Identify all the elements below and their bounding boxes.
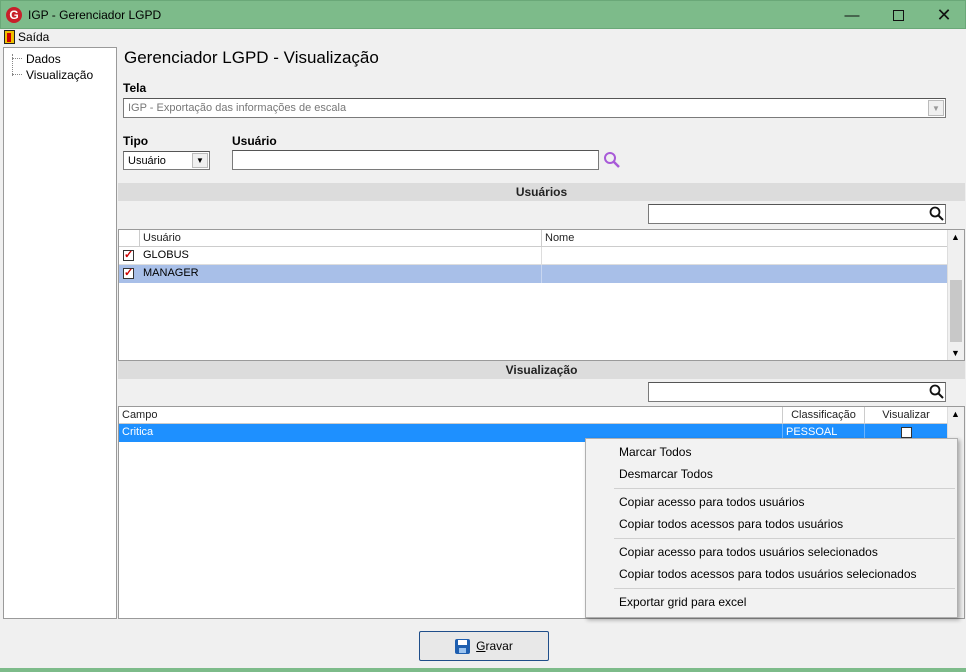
users-grid-header-check <box>119 230 140 247</box>
row-nome <box>542 265 948 283</box>
users-grid-scrollbar[interactable]: ▲ ▼ <box>947 230 964 360</box>
floppy-disk-icon <box>455 638 471 654</box>
row-checkbox[interactable] <box>123 266 134 279</box>
window-title: IGP - Gerenciador LGPD <box>28 8 162 22</box>
search-icon[interactable] <box>929 206 945 222</box>
tela-label: Tela <box>123 81 147 95</box>
row-nome <box>542 247 948 265</box>
tela-select-value: IGP - Exportação das informações de esca… <box>128 102 347 114</box>
tree-item-dados[interactable]: Dados <box>12 52 61 66</box>
scroll-down-icon[interactable]: ▼ <box>951 348 960 358</box>
usuario-field[interactable] <box>232 150 599 170</box>
scroll-thumb[interactable] <box>950 280 962 342</box>
table-row[interactable]: GLOBUS <box>119 247 948 265</box>
save-button-label: Gravar <box>476 639 513 653</box>
menu-separator <box>614 488 955 489</box>
view-grid-header-campo[interactable]: Campo <box>119 407 783 424</box>
save-button-accesskey: G <box>476 639 486 653</box>
context-menu: Marcar Todos Desmarcar Todos Copiar aces… <box>585 438 958 618</box>
row-checkbox[interactable] <box>123 248 134 261</box>
view-section-header: Visualização <box>118 361 965 379</box>
scroll-up-icon[interactable]: ▲ <box>951 409 960 419</box>
view-search-input[interactable] <box>648 382 946 402</box>
menu-separator <box>614 588 955 589</box>
tela-select[interactable]: IGP - Exportação das informações de esca… <box>123 98 946 118</box>
window-titlebar: G IGP - Gerenciador LGPD — ✕ <box>0 0 966 29</box>
exit-menu[interactable]: Saída <box>4 30 49 44</box>
window-bottom-border <box>0 668 966 672</box>
tipo-select[interactable]: Usuário ▼ <box>123 151 210 170</box>
users-grid-header-nome[interactable]: Nome <box>542 230 948 247</box>
menu-item-copiar-todos-acessos-todos[interactable]: Copiar todos acessos para todos usuários <box>619 517 843 531</box>
users-grid: Usuário Nome GLOBUS MANAGER ▲ ▼ <box>118 229 965 361</box>
menu-item-copiar-acesso-selecionados[interactable]: Copiar acesso para todos usuários seleci… <box>619 545 878 559</box>
search-icon[interactable] <box>929 384 945 400</box>
row-usuario: GLOBUS <box>140 247 542 265</box>
menu-item-copiar-todos-acessos-selecionados[interactable]: Copiar todos acessos para todos usuários… <box>619 567 917 581</box>
door-exit-icon <box>4 30 15 44</box>
users-grid-header-usuario[interactable]: Usuário <box>140 230 542 247</box>
page-title: Gerenciador LGPD - Visualização <box>124 48 379 67</box>
chevron-down-icon[interactable]: ▼ <box>192 153 208 168</box>
navigation-tree: Dados Visualização <box>3 47 117 619</box>
tree-item-visualizacao[interactable]: Visualização <box>12 68 93 82</box>
maximize-button[interactable] <box>875 1 921 30</box>
chevron-down-icon[interactable]: ▼ <box>928 100 944 116</box>
minimize-button[interactable]: — <box>829 1 875 30</box>
row-usuario: MANAGER <box>140 265 542 283</box>
row-visualizar-checkbox[interactable] <box>901 427 912 438</box>
menu-item-exportar-excel[interactable]: Exportar grid para excel <box>619 595 746 609</box>
app-logo-icon: G <box>6 7 22 23</box>
usuario-label: Usuário <box>232 134 277 148</box>
save-button[interactable]: Gravar <box>419 631 549 661</box>
menu-item-copiar-acesso-todos[interactable]: Copiar acesso para todos usuários <box>619 495 804 509</box>
menu-item-desmarcar-todos[interactable]: Desmarcar Todos <box>619 467 713 481</box>
table-row-selected[interactable]: MANAGER <box>119 265 948 283</box>
menu-separator <box>614 538 955 539</box>
users-search-input[interactable] <box>648 204 946 224</box>
close-button[interactable]: ✕ <box>921 1 966 30</box>
save-button-label-rest: ravar <box>485 639 513 653</box>
tipo-select-value: Usuário <box>128 155 166 167</box>
view-grid-header-visualizar[interactable]: Visualizar <box>865 407 948 424</box>
users-section-header: Usuários <box>118 183 965 201</box>
tipo-label: Tipo <box>123 134 149 148</box>
scroll-up-icon[interactable]: ▲ <box>951 232 960 242</box>
exit-menu-label: Saída <box>18 30 50 44</box>
view-grid-header-classificacao[interactable]: Classificação <box>783 407 865 424</box>
menu-item-marcar-todos[interactable]: Marcar Todos <box>619 445 691 459</box>
search-icon[interactable] <box>603 151 621 169</box>
menu-bar: Saída <box>0 29 966 47</box>
